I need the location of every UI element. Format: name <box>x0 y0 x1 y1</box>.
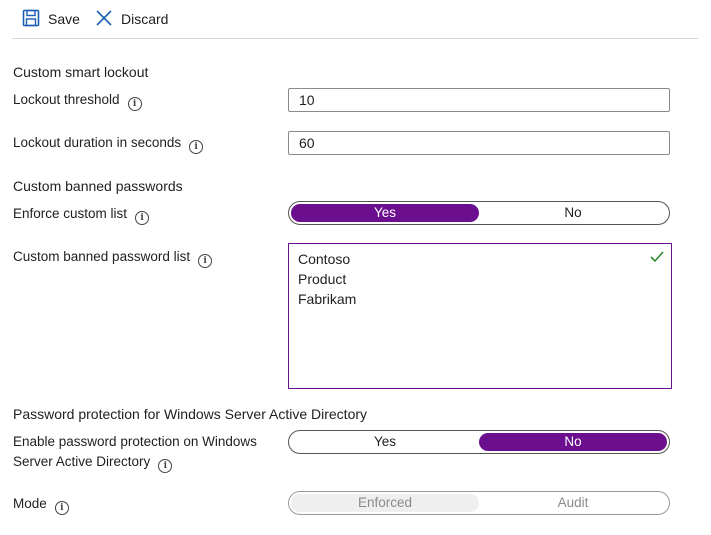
lockout-threshold-input[interactable] <box>288 88 670 112</box>
lockout-duration-text: Lockout duration in seconds <box>13 135 182 150</box>
mode-toggle[interactable]: Enforced Audit <box>288 491 670 515</box>
mode-text: Mode <box>13 496 47 511</box>
enforce-custom-list-label: Enforce custom list i <box>13 204 150 225</box>
banned-password-list-text: Custom banned password list <box>13 249 191 264</box>
lockout-threshold-text: Lockout threshold <box>13 92 120 107</box>
lockout-duration-label: Lockout duration in seconds i <box>13 133 204 154</box>
floppy-disk-icon <box>22 9 40 30</box>
enable-protection-toggle[interactable]: Yes No <box>288 430 670 454</box>
info-circle-icon[interactable]: i <box>135 211 150 225</box>
enable-protection-line2-wrap: Server Active Directory i <box>13 452 257 473</box>
enforce-yes-option[interactable]: Yes <box>291 204 479 222</box>
x-icon <box>95 9 113 30</box>
discard-button[interactable]: Discard <box>95 8 168 30</box>
banned-password-list-label: Custom banned password list i <box>13 247 213 268</box>
info-circle-icon[interactable]: i <box>198 254 213 268</box>
banned-password-list-textarea[interactable]: Contoso Product Fabrikam <box>288 243 672 389</box>
lockout-duration-input[interactable] <box>288 131 670 155</box>
info-circle-icon[interactable]: i <box>127 97 142 111</box>
banned-passwords-title: Custom banned passwords <box>13 178 183 194</box>
enable-no-option[interactable]: No <box>479 433 667 451</box>
enforce-custom-list-text: Enforce custom list <box>13 206 128 221</box>
info-circle-icon[interactable]: i <box>189 140 204 154</box>
save-button[interactable]: Save <box>22 8 80 30</box>
list-item: Contoso <box>298 251 351 267</box>
mode-enforced-option[interactable]: Enforced <box>291 494 479 512</box>
mode-audit-option[interactable]: Audit <box>479 494 667 512</box>
checkmark-icon <box>650 250 664 266</box>
list-item: Fabrikam <box>298 291 357 307</box>
enforce-no-option[interactable]: No <box>479 204 667 222</box>
command-bar: Save Discard <box>0 0 700 38</box>
ad-protection-title: Password protection for Windows Server A… <box>13 406 368 422</box>
lockout-threshold-label: Lockout threshold i <box>13 90 142 111</box>
info-circle-icon[interactable]: i <box>158 459 173 473</box>
enable-protection-line1: Enable password protection on Windows <box>13 434 257 449</box>
smart-lockout-title: Custom smart lockout <box>13 64 149 80</box>
enable-yes-option[interactable]: Yes <box>291 433 479 451</box>
enable-protection-line2: Server Active Directory <box>13 454 151 469</box>
enable-protection-label: Enable password protection on Windows Se… <box>13 432 257 473</box>
mode-label: Mode i <box>13 494 69 515</box>
save-label: Save <box>48 11 80 27</box>
discard-label: Discard <box>121 11 169 27</box>
toolbar-divider <box>12 38 698 39</box>
info-circle-icon[interactable]: i <box>54 501 69 515</box>
list-item: Product <box>298 271 347 287</box>
enforce-custom-list-toggle[interactable]: Yes No <box>288 201 670 225</box>
